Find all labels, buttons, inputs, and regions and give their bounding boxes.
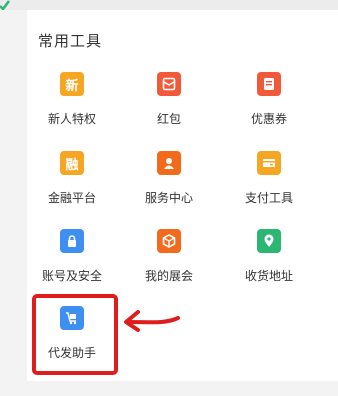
- coupon-icon: [257, 72, 281, 96]
- tool-label: 服务中心: [144, 191, 193, 205]
- payment-tool-icon: [257, 151, 281, 175]
- new-user-icon: 新: [60, 72, 84, 96]
- top-strip: [0, 0, 338, 10]
- tool-label: 红包: [156, 112, 181, 126]
- red-packet-icon: [157, 72, 181, 96]
- check-icon: [0, 0, 10, 10]
- tool-label: 金融平台: [47, 191, 96, 205]
- tool-label: 收货地址: [244, 269, 293, 283]
- arrow-left-icon: [124, 310, 180, 332]
- finance-icon: 融: [60, 151, 84, 175]
- tool-label: 新人特权: [47, 112, 96, 126]
- tool-new-user[interactable]: 新 新人特权: [32, 72, 122, 132]
- tool-finance[interactable]: 融 金融平台: [32, 151, 122, 211]
- highlight-box: [32, 294, 118, 375]
- tool-label: 账号及安全: [41, 269, 102, 283]
- location-pin-icon: [257, 229, 281, 253]
- tool-coupon[interactable]: 优惠券: [229, 72, 319, 132]
- tool-payment[interactable]: 支付工具: [229, 151, 319, 211]
- tool-label: 我的展会: [144, 269, 193, 283]
- tool-label: 优惠券: [250, 112, 287, 126]
- tool-my-exhibition[interactable]: 我的展会: [129, 229, 219, 289]
- tool-label: 支付工具: [244, 191, 293, 205]
- exhibition-icon: [157, 229, 181, 253]
- lock-icon: [60, 229, 84, 253]
- tool-service-center[interactable]: 服务中心: [129, 151, 219, 211]
- tool-shipping-address[interactable]: 收货地址: [229, 229, 319, 289]
- tool-red-packet[interactable]: 红包: [129, 72, 219, 132]
- service-center-icon: [157, 151, 181, 175]
- panel-title: 常用工具: [38, 32, 103, 50]
- tool-account-security[interactable]: 账号及安全: [32, 229, 122, 289]
